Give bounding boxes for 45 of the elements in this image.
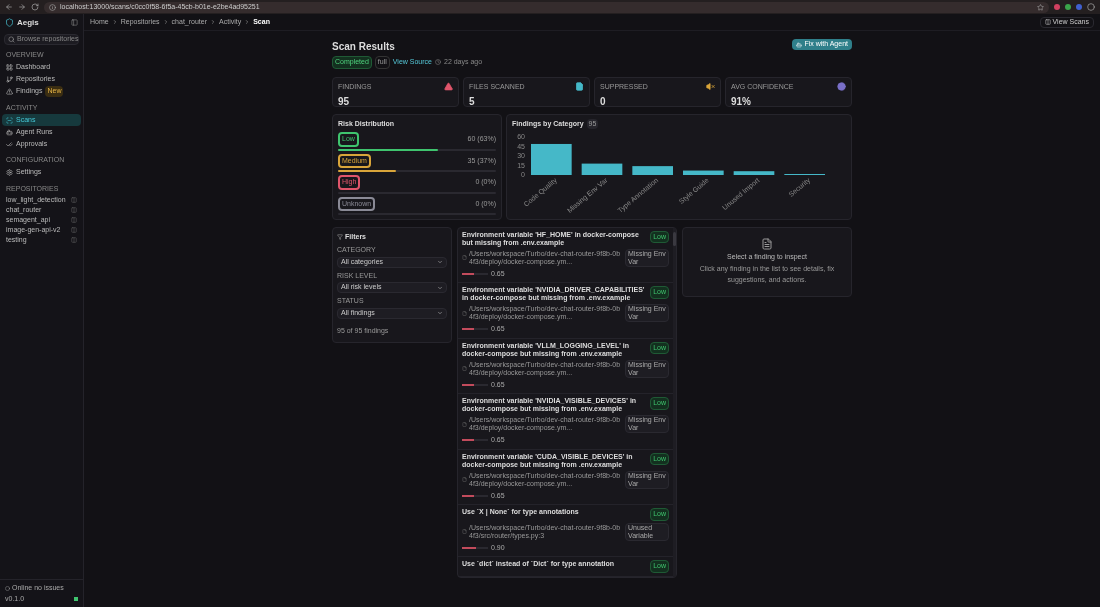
chevron-icon [111,19,118,25]
info-icon [49,3,56,11]
profile-icon[interactable] [1087,3,1095,11]
columns-icon [71,207,77,213]
columns-icon [71,237,77,243]
chevron-down-icon [437,310,443,316]
stat-value: 95 [338,95,351,109]
stat-value: 5 [469,95,476,109]
settings-icon [6,169,13,176]
forward-icon[interactable] [18,3,26,11]
document-icon [761,237,773,250]
stat-value: 91% [731,95,752,109]
robot-icon [6,128,13,136]
bar [733,171,775,175]
chevron-down-icon [437,259,443,265]
grid-icon [6,64,13,71]
chevron-icon [210,19,217,25]
bookmark-icon[interactable] [1037,3,1044,11]
branch-icon [6,76,13,83]
bar [581,163,623,175]
bar [632,166,673,175]
bar [531,143,572,175]
chevron-icon [244,19,251,25]
columns-icon [71,227,77,233]
page-title: Scan Results [332,40,396,54]
columns-icon [71,197,77,203]
filter-icon [337,233,343,240]
columns-icon [1044,19,1051,25]
scan-icon [6,116,13,124]
app-name: Aegis [17,16,39,29]
chevron-icon [162,19,169,25]
chevron-down-icon [437,284,443,291]
bar [683,170,724,175]
double-check-icon [6,140,13,148]
back-icon[interactable] [5,3,13,11]
columns-icon [71,217,77,223]
sidebar-toggle-icon[interactable] [71,19,78,26]
warning-icon [6,88,13,95]
robot-icon [796,41,803,48]
shield-logo-icon [5,18,14,27]
search-icon [8,36,15,43]
clock-icon [435,59,441,66]
reload-icon[interactable] [31,3,39,11]
stat-value: 0 [600,95,607,109]
status-icon [5,585,10,591]
